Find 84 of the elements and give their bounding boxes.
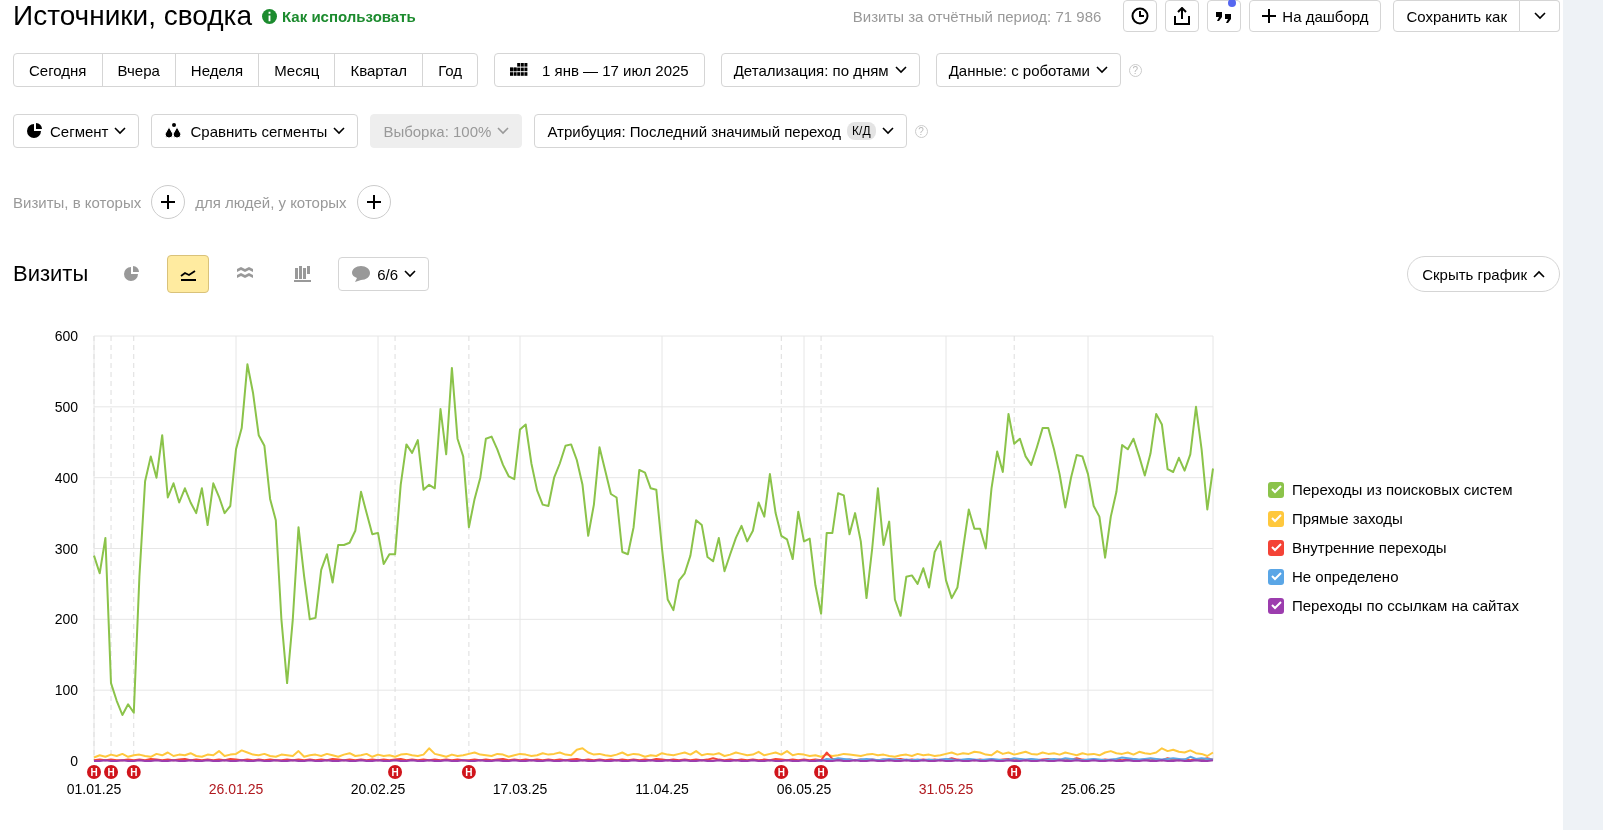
share-icon: [1173, 7, 1192, 25]
model-badge: К/Д: [847, 122, 876, 140]
x-tick-label: 01.01.25: [66, 781, 122, 797]
hide-chart-button[interactable]: Скрыть график: [1407, 256, 1560, 292]
legend-checkbox[interactable]: [1268, 539, 1284, 556]
data-dropdown[interactable]: Данные: с роботами: [935, 53, 1121, 87]
legend-checkbox[interactable]: [1268, 597, 1284, 614]
export-button[interactable]: [1165, 0, 1200, 32]
chart-title: Визиты: [13, 261, 89, 287]
x-tick-label: 11.04.25: [635, 781, 689, 797]
x-tick-label: 06.05.25: [776, 781, 832, 797]
note-marker[interactable]: Н: [774, 765, 789, 779]
y-tick-label: 300: [54, 540, 78, 557]
legend-label: Не определено: [1292, 568, 1399, 585]
note-marker[interactable]: Н: [814, 765, 829, 779]
chevron-down-icon: [894, 66, 907, 74]
note-marker[interactable]: Н: [87, 765, 101, 779]
help-link[interactable]: Как использовать: [262, 7, 416, 25]
x-tick-label: 20.02.25: [350, 781, 406, 797]
period-button[interactable]: Год: [422, 53, 478, 87]
note-marker[interactable]: Н: [461, 765, 476, 779]
note-marker[interactable]: Н: [126, 765, 141, 779]
save-menu-button[interactable]: [1520, 0, 1560, 32]
chevron-down-icon: [497, 127, 510, 135]
y-tick-label: 100: [54, 682, 78, 699]
bar-chart-icon: [292, 265, 312, 283]
period-button[interactable]: Квартал: [334, 53, 424, 87]
compare-dropdown[interactable]: Сравнить сегменты: [151, 114, 359, 148]
chart-type-button[interactable]: [167, 255, 210, 293]
legend-item[interactable]: Внутренние переходы: [1268, 539, 1519, 556]
x-tick-label: 17.03.25: [492, 781, 548, 797]
filter-label: Визиты, в которых: [13, 193, 142, 211]
add-filter-button[interactable]: [151, 185, 186, 219]
segment-dropdown[interactable]: Сегмент: [13, 114, 140, 148]
legend-item[interactable]: Не определено: [1268, 568, 1519, 585]
filter-label: для людей, у которых: [195, 193, 347, 211]
period-button[interactable]: Вчера: [101, 53, 176, 87]
note-marker[interactable]: Н: [388, 765, 403, 779]
plus-icon: [161, 195, 176, 209]
speech-bubble-icon: [351, 265, 372, 283]
feedback-button[interactable]: [1207, 0, 1242, 32]
plus-icon: [1262, 9, 1277, 23]
add-filter-button[interactable]: [356, 185, 391, 219]
info-icon: [262, 8, 278, 24]
visits-total: Визиты за отчётный период: 71 986: [852, 7, 1102, 25]
save-as-button[interactable]: Сохранить как: [1393, 0, 1520, 32]
detail-dropdown[interactable]: Детализация: по дням: [720, 53, 920, 87]
y-tick-label: 200: [54, 611, 78, 628]
legend-checkbox[interactable]: [1268, 510, 1284, 527]
legend-label: Внутренние переходы: [1292, 539, 1447, 556]
dashboard-button[interactable]: На дашборд: [1249, 0, 1382, 32]
clock-icon: [1131, 7, 1150, 25]
y-tick-label: 400: [54, 469, 78, 486]
calendar-icon: [510, 63, 528, 77]
pie-chart-icon: [121, 265, 141, 283]
chevron-down-icon: [881, 127, 894, 135]
date-range-button[interactable]: 1 янв — 17 июл 2025: [494, 53, 705, 87]
period-button[interactable]: Месяц: [258, 53, 336, 87]
legend-item[interactable]: Прямые заходы: [1268, 510, 1519, 527]
history-button[interactable]: [1123, 0, 1158, 32]
notes-dropdown[interactable]: 6/6: [338, 257, 430, 291]
legend-label: Прямые заходы: [1292, 510, 1403, 527]
x-tick-label: 31.05.25: [918, 781, 974, 797]
y-tick-label: 0: [70, 753, 78, 769]
chevron-up-icon: [1533, 270, 1545, 278]
chevron-down-icon: [404, 270, 417, 278]
chevron-down-icon: [114, 127, 127, 135]
chevron-down-icon: [1533, 12, 1546, 20]
page-title: Источники, сводка: [13, 1, 253, 31]
note-marker[interactable]: Н: [104, 765, 119, 779]
period-button[interactable]: Неделя: [174, 53, 260, 87]
chevron-down-icon: [333, 127, 346, 135]
y-tick-label: 600: [54, 328, 78, 344]
legend-checkbox[interactable]: [1268, 481, 1284, 498]
legend-checkbox[interactable]: [1268, 568, 1284, 585]
x-tick-label: 26.01.25: [208, 781, 264, 797]
pie-chart-icon: [26, 122, 44, 140]
note-marker[interactable]: Н: [1007, 765, 1022, 779]
chevron-down-icon: [1095, 66, 1108, 74]
plus-icon: [366, 195, 381, 209]
attribution-dropdown[interactable]: Атрибуция: Последний значимый переход К/Д: [534, 114, 907, 148]
y-tick-label: 500: [54, 398, 78, 415]
x-tick-label: 25.06.25: [1060, 781, 1116, 797]
period-button[interactable]: Сегодня: [13, 53, 103, 87]
